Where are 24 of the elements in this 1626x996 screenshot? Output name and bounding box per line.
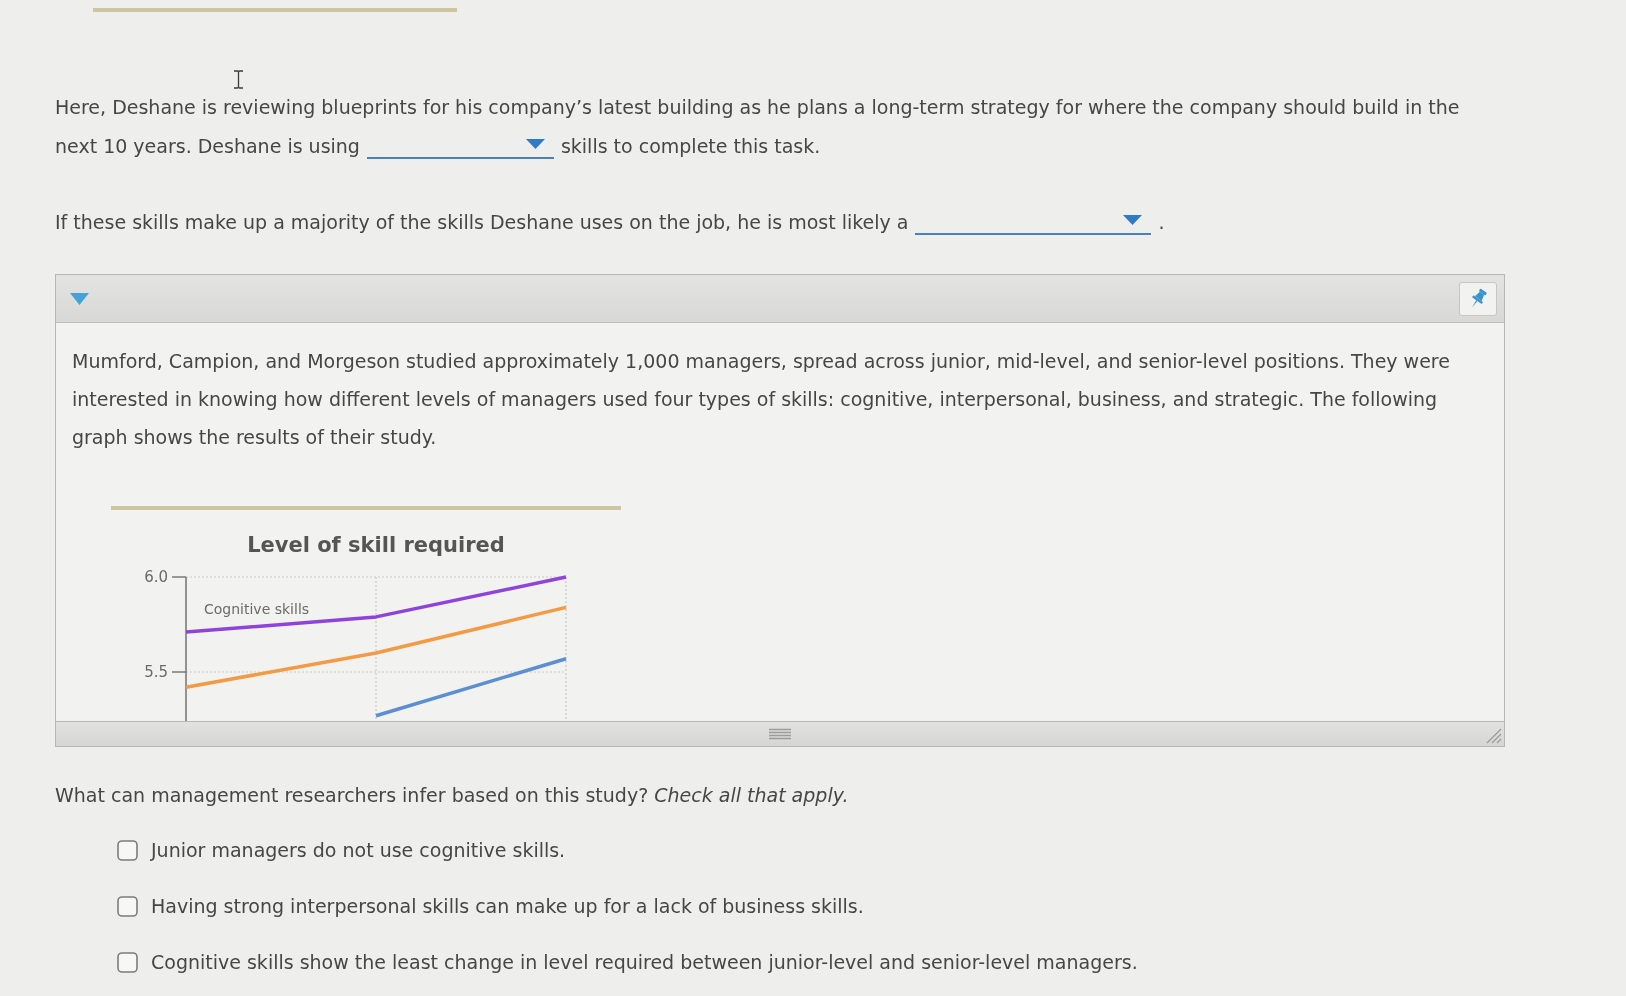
- axis-tick-label: 5.5: [144, 663, 168, 681]
- question-text: If these skills make up a majority of the skills Deshane uses on the job, he is most likely a: [55, 210, 909, 235]
- resize-handle-icon[interactable]: [1486, 728, 1502, 744]
- question-text: skills to complete this task.: [560, 134, 821, 159]
- checkbox[interactable]: [117, 895, 138, 917]
- option-text: Junior managers do not use cognitive skills.: [151, 838, 566, 862]
- caret-icon: [1123, 214, 1143, 225]
- question-text: Here, Deshane is reviewing blueprints for his company’s latest building as he plans a long-term strategy for where the company should build in the: [55, 95, 1460, 120]
- text-cursor-icon: [233, 70, 244, 89]
- passage-text: Mumford, Campion, and Morgeson studied approximately 1,000 managers, spread across junior, mid-level, and senior-level positions. They were interested in knowing how different levels of managers used four types of skills: cognitive, interpersonal, business, and strategic. The following graph shows the results of their study.: [72, 349, 1451, 450]
- checkbox[interactable]: [117, 839, 138, 861]
- prompt-text: What can management researchers infer based on this study? Check all that apply.: [55, 783, 849, 807]
- chart-title: Level of skill required: [247, 533, 505, 557]
- grip-icon[interactable]: [768, 728, 792, 740]
- option-text: Having strong interpersonal skills can make up for a lack of business skills.: [151, 894, 864, 918]
- pin-button[interactable]: [1459, 281, 1497, 316]
- caret-icon[interactable]: [70, 292, 89, 305]
- series-label: Cognitive skills: [204, 601, 310, 618]
- axis-tick-label: 6.0: [144, 568, 168, 586]
- checkbox[interactable]: [117, 951, 138, 973]
- question-text: next 10 years. Deshane is using: [55, 134, 360, 159]
- question-text: .: [1158, 210, 1165, 235]
- caret-icon: [525, 138, 545, 149]
- option-text: Cognitive skills show the least change in level required between junior-level and senior-level managers.: [151, 950, 1138, 974]
